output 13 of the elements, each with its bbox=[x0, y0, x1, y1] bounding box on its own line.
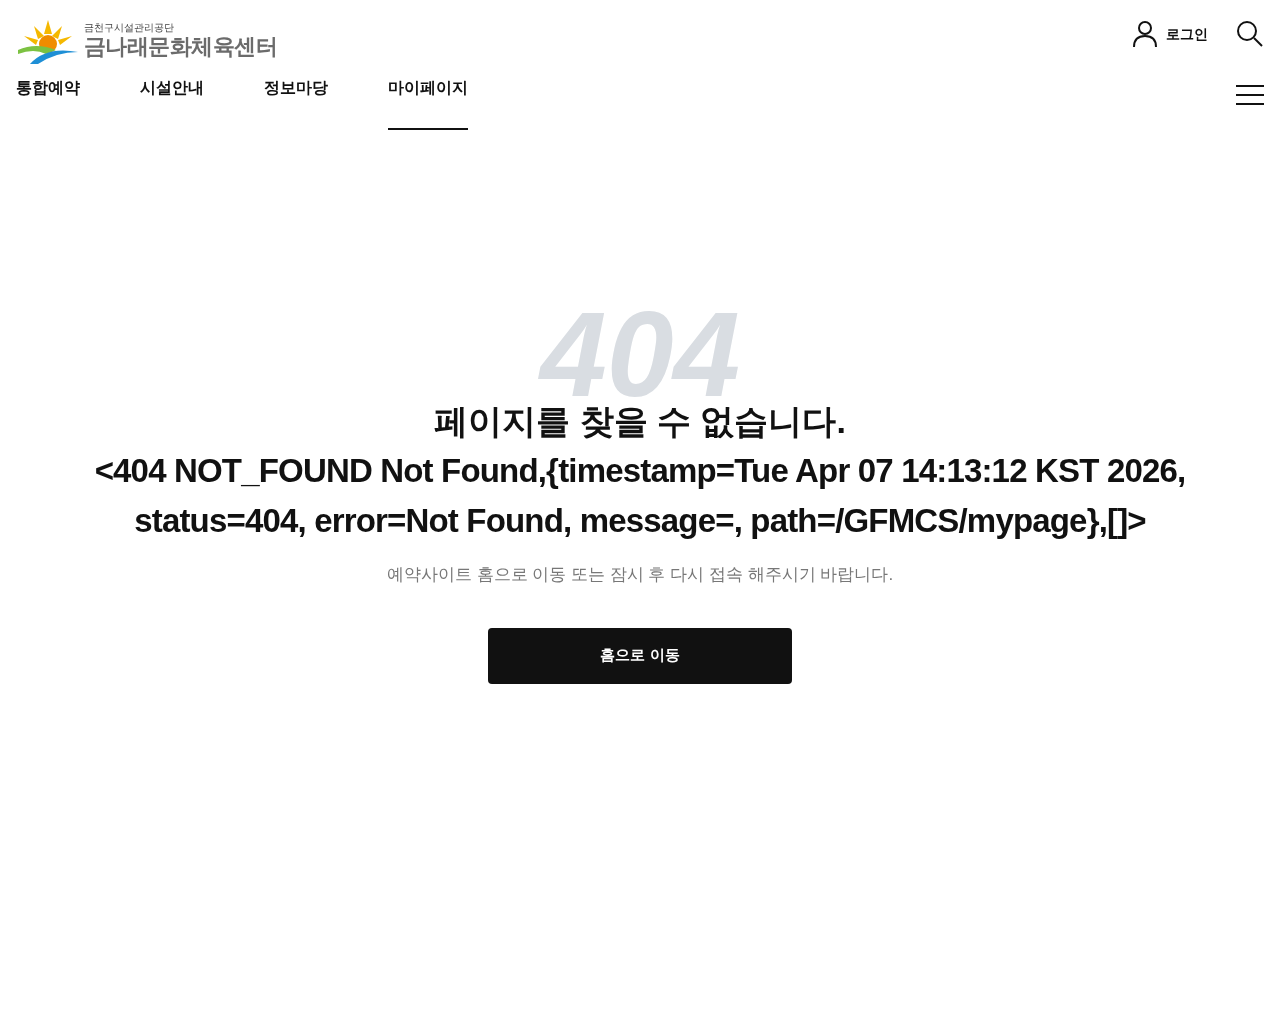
error-hint: 예약사이트 홈으로 이동 또는 잠시 후 다시 접속 해주시기 바랍니다. bbox=[386, 564, 894, 586]
nav-tab[interactable]: 마이페이지 bbox=[388, 72, 468, 130]
home-button[interactable]: 홈으로 이동 bbox=[488, 627, 792, 684]
error-message: <404 NOT_FOUND Not Found,{timestamp=Tue Apr 07 14:13:12 KST 2026, status=404, error=Not Found, message=, path=/GFMCS/mypage},[]> bbox=[93, 451, 1187, 541]
search-icon[interactable] bbox=[1236, 20, 1264, 48]
nav-tab[interactable]: 시설안내 bbox=[140, 72, 204, 130]
logo-subtitle: 금천구시설관리공단 bbox=[84, 23, 175, 34]
logo-title: 금나래문화체육센터 bbox=[84, 33, 278, 61]
user-icon bbox=[1132, 20, 1158, 48]
nav-tab[interactable]: 정보마당 bbox=[264, 72, 328, 130]
login-link[interactable]: 로그인 bbox=[1132, 20, 1208, 48]
menu-icon[interactable] bbox=[1236, 84, 1264, 106]
nav-tab[interactable]: 통합예약 bbox=[16, 72, 80, 130]
